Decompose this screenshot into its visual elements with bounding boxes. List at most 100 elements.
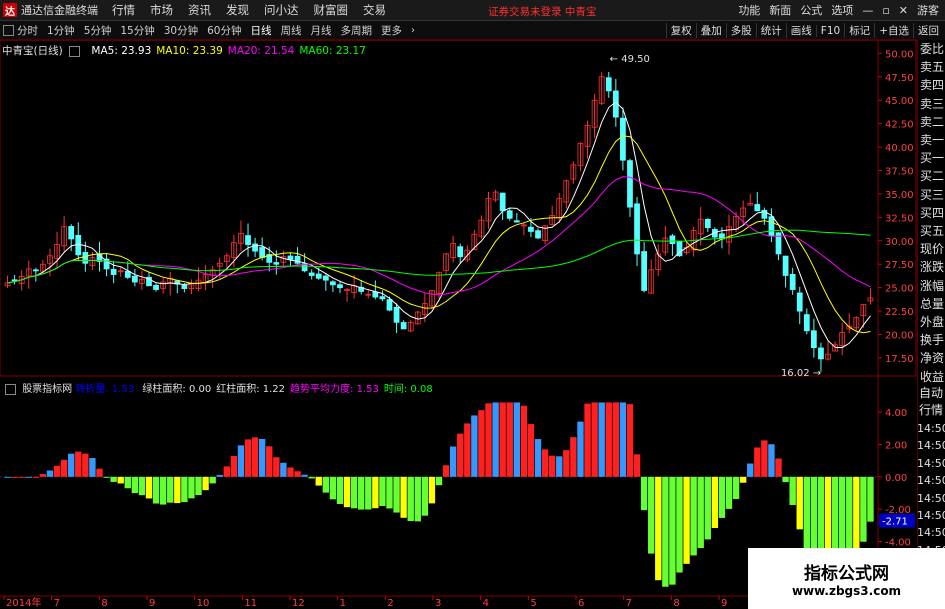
chart-menu-icon[interactable] <box>69 45 81 57</box>
candle-body <box>68 226 75 240</box>
indicator-bar <box>159 476 167 505</box>
candle-body <box>825 353 831 360</box>
menu-formula[interactable]: 公式 <box>800 2 822 18</box>
candle-body <box>641 251 647 291</box>
tool-button[interactable]: +自选 <box>874 23 913 38</box>
candle-body <box>337 284 343 289</box>
low-annotation: 16.02 → <box>781 368 821 379</box>
price-tick-label: 45.00 <box>885 96 914 107</box>
period-tab[interactable]: 月线 <box>311 23 332 38</box>
xaxis-label: 6 <box>578 598 584 609</box>
candle-body <box>131 275 138 283</box>
tool-button[interactable]: 统计 <box>755 23 786 38</box>
period-tab[interactable]: 5分钟 <box>84 23 112 38</box>
tool-button[interactable]: 多股 <box>725 23 756 38</box>
candle-body <box>54 244 60 259</box>
indicator-menu-icon[interactable] <box>5 383 16 395</box>
trade-time: 14:50 <box>917 422 945 435</box>
auto-quote-labels: 自动 行情 <box>917 385 945 419</box>
menu-item[interactable]: 市场 <box>150 3 173 17</box>
quote-label: 净资 <box>919 351 944 366</box>
menu-item[interactable]: 财富圈 <box>314 3 349 17</box>
indicator-bar <box>556 456 563 477</box>
quote-label: 买二 <box>919 169 944 184</box>
candle-body <box>853 317 860 329</box>
indicator-name[interactable]: 股票指标网 <box>22 384 72 395</box>
auto-label[interactable]: 自动 <box>917 385 945 402</box>
indicator-bar <box>216 474 223 477</box>
period-tab[interactable]: 周线 <box>281 23 302 38</box>
indicator-bar <box>513 402 520 477</box>
candle-body <box>811 330 817 349</box>
chart-title: 中青宝(日线) MA5: 23.93 MA10: 23.39 MA20: 21.54… <box>2 43 366 58</box>
ma-legend-item: MA5: 23.93 <box>91 45 152 57</box>
indicator-bar <box>68 453 75 477</box>
menu-item[interactable]: 发现 <box>226 3 249 17</box>
indicator-bar <box>754 447 761 477</box>
menu-new-page[interactable]: 新面 <box>769 2 791 18</box>
indicator-bar <box>435 476 443 486</box>
indicator-bar <box>548 455 556 477</box>
candle-body <box>443 253 449 271</box>
indicator-bar <box>400 476 407 518</box>
price-tick-label: 35.00 <box>885 190 914 201</box>
close-icon[interactable]: ✕ <box>899 4 908 17</box>
quote-label[interactable]: 行情 <box>917 402 945 419</box>
candle-body <box>344 289 350 291</box>
candle-body <box>740 207 747 217</box>
period-tab[interactable]: 60分钟 <box>207 23 241 38</box>
period-tab[interactable]: 多周期 <box>341 23 373 38</box>
restore-icon[interactable]: ▫ <box>882 4 889 17</box>
period-tab[interactable]: 30分钟 <box>164 23 198 38</box>
candle-body <box>535 230 541 239</box>
period-tab[interactable]: 更多 <box>381 23 402 38</box>
trade-time: 14:50 <box>917 526 945 540</box>
indicator-legend-item: 时间: 0.08 <box>383 384 433 395</box>
indicator-bar <box>273 457 280 477</box>
indicator-bar <box>251 437 259 477</box>
minimize-icon[interactable]: — <box>862 4 873 17</box>
price-tick-label: 27.50 <box>885 260 914 271</box>
menu-item[interactable]: 交易 <box>363 3 386 17</box>
indicator-bar <box>315 476 322 486</box>
price-tick-label: 42.50 <box>885 120 914 131</box>
menu-item[interactable]: 行情 <box>112 3 135 17</box>
tool-button[interactable]: F10 <box>815 24 844 37</box>
period-tab[interactable]: 15分钟 <box>120 23 154 38</box>
period-tab[interactable]: 分时 <box>17 23 38 38</box>
guest-label[interactable]: 游客 <box>917 2 939 18</box>
quote-label: 买一 <box>919 151 944 166</box>
candle-body <box>464 249 471 261</box>
menu-function[interactable]: 功能 <box>738 2 760 18</box>
site-watermark: 指标公式网 www.zbgs3.com <box>748 548 945 609</box>
candle-body <box>719 233 725 240</box>
tool-button[interactable]: 叠加 <box>695 23 726 38</box>
candle-body <box>82 252 89 264</box>
login-warning[interactable]: 证券交易未登录 中青宝 <box>488 4 596 19</box>
tool-button[interactable]: 画线 <box>785 23 816 38</box>
price-chart[interactable]: 50.0047.5045.0042.5040.0037.5035.0032.50… <box>0 0 945 609</box>
candle-body <box>252 243 258 252</box>
tool-button[interactable]: 标记 <box>844 23 874 38</box>
candle-body <box>238 232 244 244</box>
candle-body <box>407 321 414 332</box>
period-tab[interactable]: 1分钟 <box>47 23 75 38</box>
indicator-bar <box>96 468 103 477</box>
stock-switch-icon[interactable] <box>3 25 14 36</box>
quote-label: 卖四 <box>919 78 944 93</box>
indicator-bar <box>690 476 697 556</box>
ma-line <box>7 135 871 334</box>
candle-body <box>846 325 853 330</box>
candle-body <box>556 198 563 219</box>
menu-item[interactable]: 问小达 <box>264 3 299 17</box>
xaxis-label: 9 <box>149 598 155 609</box>
candle-body <box>839 332 846 346</box>
candle-body <box>733 216 739 230</box>
indicator-bar <box>541 449 549 477</box>
tool-button[interactable]: 返回 <box>913 23 943 38</box>
menu-options[interactable]: 选项 <box>831 2 853 18</box>
period-tab[interactable]: 日线 <box>251 23 272 38</box>
tool-button[interactable]: 复权 <box>665 23 696 38</box>
menu-item[interactable]: 资讯 <box>188 3 211 17</box>
more-chevron-icon[interactable]: › <box>411 25 415 36</box>
